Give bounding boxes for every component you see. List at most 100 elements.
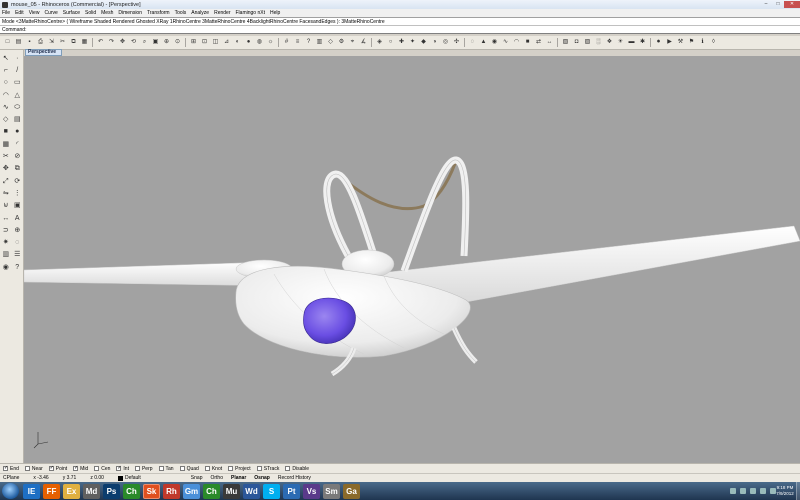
sphere-icon[interactable]: ○ [386, 38, 395, 47]
taskbar-app-icon[interactable]: Pt [283, 483, 300, 499]
save-icon[interactable]: ▪ [25, 38, 34, 47]
osnap-checkbox[interactable] [256, 466, 262, 471]
osnap-checkbox[interactable]: ✓ [116, 466, 122, 471]
rotate-icon[interactable]: ⟳ [13, 177, 22, 186]
menu-render[interactable]: Render [214, 10, 230, 16]
help-icon[interactable]: ? [13, 263, 22, 272]
layer-selector[interactable]: Default [117, 475, 141, 481]
zoom-selected-icon[interactable]: ⊙ [173, 38, 182, 47]
taskbar-app-icon[interactable]: Ps [103, 483, 120, 499]
render-icon[interactable]: ● [244, 38, 253, 47]
osnap-quad[interactable]: Quad [179, 466, 199, 472]
curve-icon[interactable]: ∿ [1, 103, 10, 112]
rotate-view-icon[interactable]: ⟲ [129, 38, 138, 47]
extra-icon[interactable]: ◊ [709, 38, 718, 47]
show-desktop-button[interactable] [796, 482, 800, 500]
info-icon[interactable]: ℹ [698, 38, 707, 47]
osnap-checkbox[interactable] [94, 466, 100, 471]
osnap-checkbox[interactable] [285, 466, 291, 471]
menu-curve[interactable]: Curve [44, 10, 57, 16]
group-icon[interactable]: ▣ [13, 201, 22, 210]
texture-icon[interactable]: ░ [594, 38, 603, 47]
render-preview-icon[interactable]: ▧ [561, 38, 570, 47]
join-icon[interactable]: ⊕ [13, 226, 22, 235]
menu-flamingo[interactable]: Flamingo nXt [236, 10, 265, 16]
menu-view[interactable]: View [29, 10, 40, 16]
surface-icon[interactable]: ◇ [1, 115, 10, 124]
osnap-checkbox[interactable]: ✓ [48, 466, 54, 471]
osnap-knot[interactable]: Knot [204, 466, 222, 472]
scale-icon[interactable]: ⤢ [1, 177, 10, 186]
osnap-perp[interactable]: Perp [134, 466, 153, 472]
section-icon[interactable]: ▨ [583, 38, 592, 47]
named-view-icon[interactable]: ◫ [211, 38, 220, 47]
split-icon[interactable]: ⊘ [13, 152, 22, 161]
copy-icon[interactable]: ⧉ [13, 164, 22, 173]
osnap-checkbox[interactable] [134, 466, 140, 471]
taskbar-app-icon[interactable]: Gm [183, 483, 200, 499]
paste-icon[interactable]: ▦ [80, 38, 89, 47]
osnap-project[interactable]: Project [228, 466, 251, 472]
tray-icon[interactable] [740, 488, 746, 494]
clock[interactable]: 9:18 PM 7/9/2012 [772, 485, 798, 497]
status-pane-ortho[interactable]: Ortho [210, 475, 223, 481]
tools-icon[interactable]: ⚑ [687, 38, 696, 47]
camera-icon[interactable]: ◘ [572, 38, 581, 47]
move-icon[interactable]: ✥ [1, 164, 10, 173]
taskbar-app-icon[interactable]: Rh [163, 483, 180, 499]
help-icon[interactable]: ? [304, 38, 313, 47]
transform-icon[interactable]: ⇄ [534, 38, 543, 47]
cplane-icon[interactable]: ⊿ [222, 38, 231, 47]
settings-icon[interactable]: ⚒ [676, 38, 685, 47]
osnap-icon[interactable]: ✚ [397, 38, 406, 47]
boolean-icon[interactable]: ⊎ [1, 201, 10, 210]
menu-edit[interactable]: Edit [15, 10, 24, 16]
copy-icon[interactable]: ⧉ [69, 38, 78, 47]
osnap-checkbox[interactable]: ✓ [73, 466, 78, 471]
rhino-logo-icon[interactable]: ◆ [419, 38, 428, 47]
sun-icon[interactable]: ☀ [616, 38, 625, 47]
zoom-extents-icon[interactable]: ⊕ [162, 38, 171, 47]
polygon-icon[interactable]: △ [13, 91, 22, 100]
render-icon[interactable]: ◉ [1, 263, 10, 272]
circle-icon[interactable]: ○ [1, 78, 10, 87]
menu-dimension[interactable]: Dimension [118, 10, 142, 16]
osnap-checkbox[interactable]: ✓ [3, 466, 8, 471]
gumball-icon[interactable]: ✣ [452, 38, 461, 47]
taskbar-app-icon[interactable]: Ch [123, 483, 140, 499]
taskbar-app-icon[interactable]: IE [23, 483, 40, 499]
minimize-button[interactable]: – [760, 1, 772, 8]
shaded-icon[interactable]: ◑ [430, 38, 439, 47]
new-icon[interactable]: □ [3, 38, 12, 47]
analyze-icon[interactable]: ∡ [359, 38, 368, 47]
menu-surface[interactable]: Surface [63, 10, 80, 16]
osnap-checkbox[interactable] [24, 466, 30, 471]
osnap-tan[interactable]: Tan [158, 466, 174, 472]
line-icon[interactable]: / [13, 66, 22, 75]
taskbar-app-icon[interactable]: Ex [63, 483, 80, 499]
taskbar-app-icon[interactable]: Sk [143, 483, 160, 499]
tab-perspective[interactable]: Perspective [25, 49, 62, 56]
material-icon[interactable]: ◍ [255, 38, 264, 47]
sphere-icon[interactable]: ● [13, 127, 22, 136]
open-icon[interactable]: ▤ [14, 38, 23, 47]
curve-icon[interactable]: ∿ [501, 38, 510, 47]
zoom-icon[interactable]: ⌕ [140, 38, 149, 47]
grid-icon[interactable]: # [282, 38, 291, 47]
shade-icon[interactable]: ◐ [233, 38, 242, 47]
hide-icon[interactable]: ◌ [468, 38, 477, 47]
four-viewports-icon[interactable]: ⊞ [189, 38, 198, 47]
osnap-int[interactable]: ✓ Int [116, 466, 129, 472]
mirror-icon[interactable]: ⇋ [1, 189, 10, 198]
osnap-point[interactable]: ✓ Point [48, 466, 67, 472]
taskbar-app-icon[interactable]: Vs [303, 483, 320, 499]
osnap-disable[interactable]: Disable [285, 466, 309, 472]
lock-icon[interactable]: ▲ [479, 38, 488, 47]
menu-transform[interactable]: Transform [147, 10, 170, 16]
layer-icon[interactable]: ▥ [315, 38, 324, 47]
flamingo-icon[interactable]: ✦ [408, 38, 417, 47]
status-pane-planar[interactable]: Planar [231, 475, 246, 481]
osnap-checkbox[interactable] [179, 466, 185, 471]
point-icon[interactable]: · [13, 54, 22, 63]
taskbar-app-icon[interactable]: Wd [243, 483, 260, 499]
